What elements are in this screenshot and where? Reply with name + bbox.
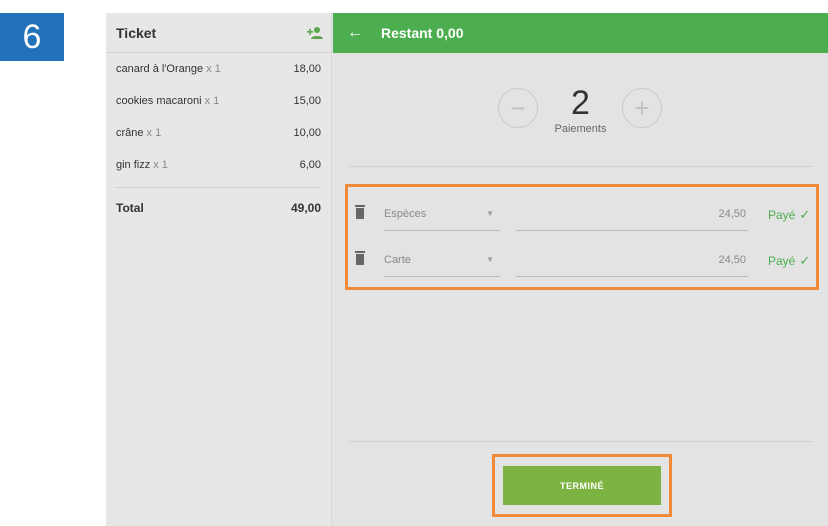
trash-icon[interactable] <box>354 205 366 219</box>
ticket-item-name: gin fizz <box>116 159 151 171</box>
checkmark-icon: ✓ <box>799 207 811 222</box>
ticket-item-price: 10,00 <box>293 127 321 139</box>
ticket-item-price: 15,00 <box>293 95 321 107</box>
payment-method-select[interactable]: Carte ▼ <box>384 243 500 277</box>
payment-amount-field[interactable]: 24,50 <box>516 197 748 231</box>
dropdown-caret-icon: ▼ <box>486 255 494 264</box>
payment-amount-value: 24,50 <box>718 253 746 266</box>
ticket-item-name: crâne <box>116 127 144 139</box>
ticket-item-row[interactable]: cookies macaroni x 1 15,00 <box>116 85 321 117</box>
ticket-item-qty: x 1 <box>153 159 168 171</box>
ticket-item-qty: x 1 <box>206 63 221 75</box>
step-number-badge: 6 <box>0 13 64 61</box>
ticket-divider <box>116 187 321 188</box>
ticket-item-row[interactable]: canard à l'Orange x 1 18,00 <box>116 53 321 85</box>
payment-topbar: ← Restant 0,00 <box>333 13 828 53</box>
payment-panel: ← Restant 0,00 − 2 Paiements + Espèces ▼… <box>333 13 828 526</box>
dropdown-caret-icon: ▼ <box>486 209 494 218</box>
ticket-item-price: 18,00 <box>293 63 321 75</box>
done-button[interactable]: TERMINÉ <box>503 466 661 505</box>
payment-row: Espèces ▼ 24,50 Payé ✓ <box>348 195 816 241</box>
payments-highlight-box: Espèces ▼ 24,50 Payé ✓ Carte ▼ 24,50 Pay… <box>345 184 819 290</box>
payment-method-value: Carte <box>384 253 411 266</box>
payments-count-value: 2 <box>571 84 590 122</box>
ticket-item-price: 6,00 <box>299 159 321 171</box>
payments-count-label: Paiements <box>554 123 607 135</box>
ticket-item-row[interactable]: crâne x 1 10,00 <box>116 117 321 149</box>
ticket-item-name: canard à l'Orange <box>116 63 204 75</box>
ticket-panel: Ticket canard à l'Orange x 1 18,00 cookie… <box>106 13 332 526</box>
ticket-item-name: cookies macaroni <box>116 95 202 107</box>
ticket-item-row[interactable]: gin fizz x 1 6,00 <box>116 149 321 181</box>
add-person-icon[interactable] <box>307 26 323 39</box>
ticket-total-value: 49,00 <box>290 201 321 215</box>
payment-amount-field[interactable]: 24,50 <box>516 243 748 277</box>
trash-icon[interactable] <box>354 251 366 265</box>
back-arrow-icon[interactable]: ← <box>347 24 363 42</box>
ticket-item-list: canard à l'Orange x 1 18,00 cookies macar… <box>106 53 331 222</box>
divider <box>349 441 812 442</box>
ticket-item-qty: x 1 <box>204 95 220 107</box>
pos-screen: Ticket canard à l'Orange x 1 18,00 cookie… <box>106 13 828 526</box>
paid-status: Payé ✓ <box>768 207 810 223</box>
ticket-header: Ticket <box>106 13 331 53</box>
payment-method-value: Espèces <box>384 207 427 220</box>
payment-amount-value: 24,50 <box>718 207 746 220</box>
divider <box>349 166 812 167</box>
ticket-total-row: Total 49,00 <box>116 194 321 222</box>
paid-status-label: Payé <box>768 254 796 268</box>
paid-status-label: Payé <box>768 208 796 222</box>
remaining-amount: Restant 0,00 <box>381 25 464 41</box>
ticket-title: Ticket <box>116 24 157 41</box>
payment-method-select[interactable]: Espèces ▼ <box>384 197 500 231</box>
ticket-item-qty: x 1 <box>146 127 162 139</box>
checkmark-icon: ✓ <box>799 253 811 268</box>
paid-status: Payé ✓ <box>768 253 810 269</box>
payments-count: 2 Paiements <box>333 85 828 135</box>
ticket-total-label: Total <box>116 201 144 215</box>
increase-payments-button[interactable]: + <box>622 88 662 128</box>
done-highlight-box: TERMINÉ <box>492 454 672 517</box>
payment-row: Carte ▼ 24,50 Payé ✓ <box>348 241 816 287</box>
